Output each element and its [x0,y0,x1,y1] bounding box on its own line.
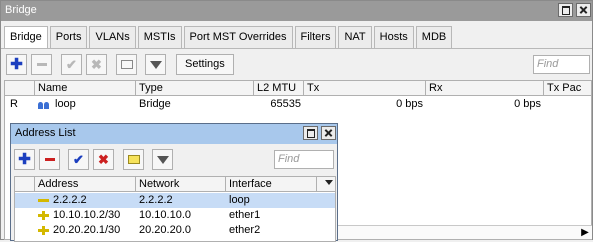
network-cell: 2.2.2.2 [139,194,173,206]
network-cell: 10.10.10.0 [139,209,191,221]
minus-icon [44,158,55,161]
header-name[interactable]: Name [35,81,136,96]
header-address[interactable]: Address [35,177,136,192]
plus-icon: ✚ [10,56,23,73]
address-row[interactable]: 10.10.10.2/30 10.10.10.0 ether1 [15,208,335,223]
address-filter-button[interactable] [152,149,173,170]
interface-cell: ether2 [229,224,261,236]
address-text: 20.20.20.1/30 [53,224,121,236]
table-header: Name Type L2 MTU Tx Rx Tx Pac [5,81,591,96]
address-list-title: Address List [11,124,337,144]
restore-button[interactable] [558,3,573,17]
header-interface[interactable]: Interface [226,177,317,192]
header-network[interactable]: Network [136,177,226,192]
row-type: Bridge [139,98,171,110]
row-l2mtu: 65535 [270,98,301,110]
comment-button[interactable] [116,54,137,75]
row-rx: 0 bps [514,98,541,110]
address-list-window: Address List ✚ ✔ ✖ Find Address Network … [10,123,338,242]
disable-button[interactable]: ✖ [86,54,107,75]
header-tx-packets[interactable]: Tx Pac [544,81,591,96]
address-row[interactable]: 20.20.20.1/30 20.20.20.0 ether2 [15,223,335,238]
interface-cell: loop [229,194,250,206]
tab-vlans[interactable]: VLANs [89,26,136,48]
tab-mdb[interactable]: MDB [415,26,453,48]
row-flag: R [10,98,18,110]
tab-ports[interactable]: Ports [49,26,88,48]
bridge-icon [38,100,51,109]
tab-port-mst-overrides[interactable]: Port MST Overrides [183,26,293,48]
close-button[interactable] [576,3,591,17]
tab-nat[interactable]: NAT [338,26,372,48]
enable-button[interactable]: ✔ [61,54,82,75]
header-rx[interactable]: Rx [426,81,544,96]
address-cell: 20.20.20.1/30 [35,223,136,238]
tab-bar: Bridge Ports VLANs MSTIs Port MST Overri… [4,26,454,49]
find-input[interactable]: Find [533,55,590,74]
tab-mstis[interactable]: MSTIs [137,26,182,48]
header-flag [5,81,35,96]
address-find-input[interactable]: Find [274,150,334,169]
tab-bridge[interactable]: Bridge [4,26,48,49]
address-cell: 2.2.2.2 [35,193,136,208]
address-comment-button[interactable] [123,149,144,170]
address-list-toolbar: ✚ ✔ ✖ Find [11,146,337,172]
address-row[interactable]: 2.2.2.2 2.2.2.2 loop [15,193,335,208]
remove-button[interactable] [31,54,52,75]
check-icon: ✔ [73,152,84,167]
address-icon [38,196,49,205]
check-icon: ✔ [66,57,77,72]
column-menu-button[interactable] [317,177,335,192]
toolbar: ✚ ✔ ✖ Settings Find [1,51,592,77]
minus-icon [36,63,47,66]
filter-icon [149,60,162,69]
plus-icon: ✚ [18,151,31,168]
horizontal-scrollbar[interactable]: ▶ [338,225,592,239]
interface-cell: ether1 [229,209,261,221]
row-name: loop [35,97,136,112]
tab-filters[interactable]: Filters [294,26,337,48]
address-text: 10.10.10.2/30 [53,209,121,221]
scroll-right-icon[interactable]: ▶ [579,226,591,239]
cross-icon: ✖ [91,57,102,72]
cross-icon: ✖ [98,152,109,167]
settings-button[interactable]: Settings [176,54,234,75]
address-remove-button[interactable] [39,149,60,170]
address-disable-button[interactable]: ✖ [93,149,114,170]
tab-hosts[interactable]: Hosts [373,26,414,48]
add-button[interactable]: ✚ [6,54,27,75]
header-l2mtu[interactable]: L2 MTU [254,81,304,96]
row-name-text: loop [55,98,76,110]
address-list-close-button[interactable] [321,126,336,140]
address-table: Address Network Interface 2.2.2.2 2.2.2.… [14,176,336,242]
header-flag [15,177,35,192]
header-type[interactable]: Type [136,81,254,96]
row-tx: 0 bps [396,98,423,110]
address-cell: 10.10.10.2/30 [35,208,136,223]
address-list-restore-button[interactable] [303,126,318,140]
comment-icon [127,155,140,164]
address-icon [38,210,49,220]
address-text: 2.2.2.2 [53,194,87,206]
address-enable-button[interactable]: ✔ [68,149,89,170]
address-add-button[interactable]: ✚ [14,149,35,170]
filter-button[interactable] [145,54,166,75]
header-tx[interactable]: Tx [304,81,426,96]
comment-icon [120,60,133,69]
window-title: Bridge [1,1,592,21]
chevron-down-icon [325,180,333,185]
table-row[interactable]: R loop Bridge 65535 0 bps 0 bps [5,97,591,112]
address-table-header: Address Network Interface [15,177,335,192]
address-icon [38,225,49,235]
network-cell: 20.20.20.0 [139,224,191,236]
tab-divider [1,48,592,49]
filter-icon [156,155,169,164]
